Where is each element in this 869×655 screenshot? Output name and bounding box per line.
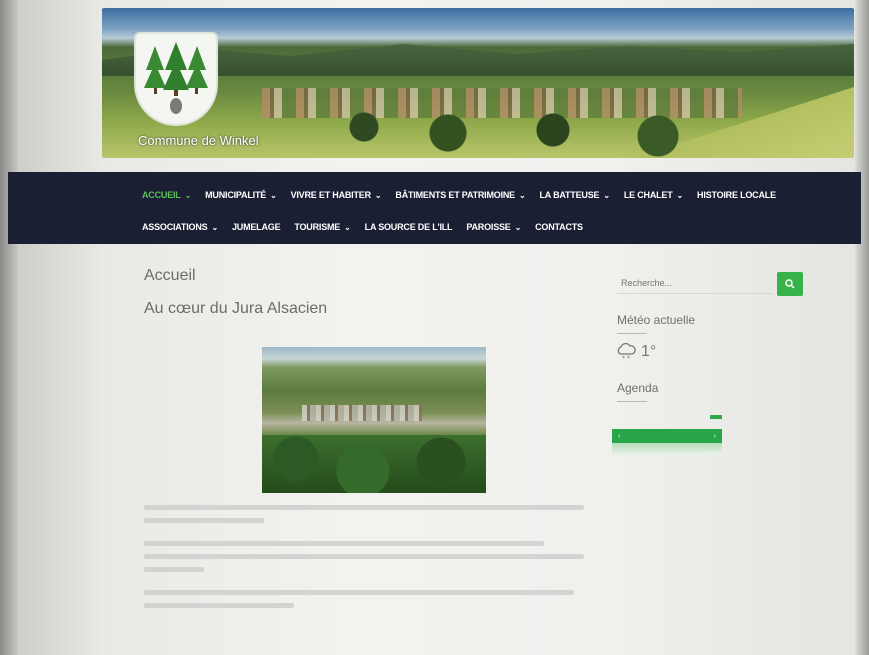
fir-trees-crest-icon [144, 42, 208, 114]
chevron-down-icon: ⌄ [344, 222, 351, 232]
main-navbar: Accueil ⌄ Municipalité ⌄ Vivre et habiter ⌄ Bâ… [8, 172, 861, 244]
page-subtitle: Au cœur du Jura Alsacien [144, 300, 328, 317]
photo-village [302, 405, 422, 421]
chevron-down-icon: ⌄ [374, 190, 382, 200]
nav-item-label: Bâtiments et patrimoine [395, 190, 515, 200]
text-line [144, 554, 584, 559]
nav-item-jumelage[interactable]: Jumelage [231, 222, 281, 232]
text-line [144, 603, 294, 608]
nav-item-la-source-de-l-ill[interactable]: La source de l'Ill [365, 222, 453, 232]
nav-item-tourisme[interactable]: Tourisme ⌄ [294, 222, 350, 232]
nav-item-label: Associations [142, 222, 208, 232]
chevron-down-icon: ⌄ [211, 222, 218, 232]
agenda-calendar[interactable]: ‹ › [612, 415, 722, 457]
nav-item-label: Contacts [535, 222, 583, 232]
site-name[interactable]: Commune de Winkel [138, 133, 259, 148]
nav-item-le-chalet[interactable]: Le Chalet ⌄ [624, 190, 683, 200]
weather-temperature: 1° [641, 343, 657, 360]
nav-item-paroisse[interactable]: Paroisse ⌄ [466, 222, 521, 232]
page-title: Accueil [144, 267, 196, 284]
nav-item-label: La source de l'Ill [364, 222, 453, 232]
nav-row-2: Associations ⌄ Jumelage Tourisme ⌄ La source … [142, 222, 597, 232]
photo-forest [262, 435, 486, 493]
nav-item-accueil[interactable]: Accueil ⌄ [142, 190, 191, 200]
nav-item-batiments-et-patrimoine[interactable]: Bâtiments et patrimoine ⌄ [395, 190, 525, 200]
village-photo [262, 347, 486, 493]
agenda-tag [710, 415, 722, 419]
nav-item-label: Paroisse [466, 222, 511, 232]
cloud-snow-icon: * * [617, 342, 636, 362]
chevron-down-icon: ⌄ [270, 190, 277, 200]
search-input[interactable] [617, 272, 773, 294]
search-button[interactable] [777, 272, 803, 296]
chevron-down-icon: ⌄ [603, 190, 610, 200]
next-month-icon[interactable]: › [714, 433, 716, 440]
nav-item-municipalite[interactable]: Municipalité ⌄ [205, 190, 277, 200]
nav-row-1: Accueil ⌄ Municipalité ⌄ Vivre et habiter ⌄ Bâ… [142, 190, 790, 200]
monitor-bezel-left [0, 0, 18, 655]
widget-divider [617, 333, 647, 334]
weather-widget-title: Météo actuelle [617, 313, 696, 327]
monitor-bezel-right [855, 0, 869, 655]
nav-item-label: Histoire locale [697, 190, 776, 200]
intro-paragraphs [144, 505, 584, 616]
nav-item-histoire-locale[interactable]: Histoire locale [697, 190, 776, 200]
text-line [144, 567, 204, 572]
nav-item-label: Jumelage [231, 222, 281, 232]
agenda-month-bar: ‹ › [612, 429, 722, 443]
agenda-grid [612, 443, 722, 455]
nav-item-contacts[interactable]: Contacts [535, 222, 583, 232]
banner-trees [322, 103, 742, 158]
nav-item-associations[interactable]: Associations ⌄ [142, 222, 218, 232]
text-line [144, 518, 264, 523]
text-line [144, 590, 574, 595]
prev-month-icon[interactable]: ‹ [618, 433, 620, 440]
widget-divider [617, 401, 647, 402]
chevron-down-icon: ⌄ [514, 222, 522, 232]
nav-item-la-batteuse[interactable]: La Batteuse ⌄ [539, 190, 611, 200]
chevron-down-icon: ⌄ [518, 190, 526, 200]
nav-item-label: Accueil [142, 190, 181, 200]
nav-item-vivre-et-habiter[interactable]: Vivre et habiter ⌄ [291, 190, 382, 200]
nav-item-label: Tourisme [294, 222, 341, 232]
text-line [144, 505, 584, 510]
coat-of-arms-logo[interactable] [134, 32, 218, 126]
svg-text:* *: * * [622, 355, 630, 362]
weather-widget: * * 1° [615, 342, 656, 362]
chevron-down-icon: ⌄ [184, 190, 192, 200]
nav-item-label: Vivre et habiter [290, 190, 372, 200]
agenda-widget-title: Agenda [617, 381, 659, 395]
search-icon [785, 279, 795, 289]
chevron-down-icon: ⌄ [676, 190, 684, 200]
nav-item-label: Municipalité [205, 190, 267, 200]
nav-item-label: La Batteuse [539, 190, 600, 200]
text-line [144, 541, 544, 546]
nav-item-label: Le Chalet [623, 190, 673, 200]
